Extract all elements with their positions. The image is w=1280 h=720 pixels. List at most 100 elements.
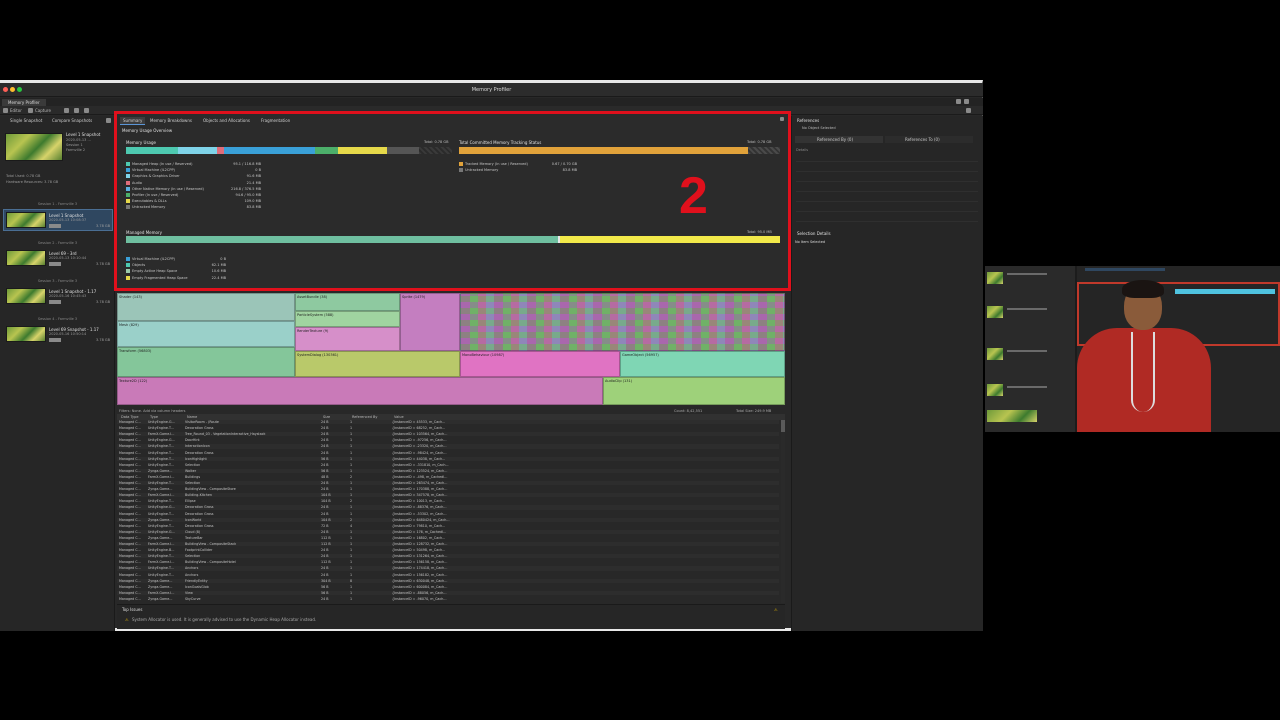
table-scrollbar[interactable]: [781, 420, 785, 603]
tab-single-snapshot[interactable]: Single Snapshot: [6, 117, 46, 124]
tab-memory-breakdowns[interactable]: Memory Breakdowns: [147, 117, 195, 124]
table-row[interactable]: Managed C... UnityEngine.T... Decoration G…: [117, 451, 779, 455]
tab-strip: [1085, 268, 1165, 271]
legend-value: 21.4 MB: [246, 180, 261, 185]
kebab-menu-icon[interactable]: [106, 118, 111, 123]
table-row[interactable]: Managed C... UnityEngine.T... Ellipse 104 B…: [117, 499, 779, 503]
lock-icon[interactable]: [956, 99, 961, 104]
managed-memory-bar[interactable]: [126, 236, 780, 244]
column-header-name[interactable]: Name: [187, 415, 197, 419]
table-row[interactable]: Managed C... FarmX.Game.I... BuildingView …: [117, 542, 779, 547]
treemap-cell[interactable]: Transform (56803): [117, 347, 295, 377]
table-cell: IconWorld: [185, 517, 202, 522]
table-cell: Managed C...: [119, 444, 141, 449]
filter-label[interactable]: Filters: None. Add via column headers: [119, 409, 185, 413]
memory-usage-bar[interactable]: [126, 147, 452, 155]
objects-segment[interactable]: [126, 236, 558, 243]
memory-usage-segment[interactable]: [178, 147, 218, 154]
table-row[interactable]: Managed C... Zynga.Game... IconWorld 104 B 2…: [117, 517, 779, 522]
table-cell: Zynga.Game...: [148, 517, 173, 522]
tracked-memory-segment[interactable]: [459, 147, 748, 154]
table-row[interactable]: Managed C... UnityEngine.T... IconHighligh…: [117, 456, 779, 461]
table-row[interactable]: Managed C... UnityEngine.T... Anchors 24 B 1…: [117, 573, 779, 577]
kebab-menu-icon[interactable]: [964, 99, 969, 104]
table-row[interactable]: Managed C... Zynga.Game... SkyCurve 24 B 1 {I…: [117, 597, 779, 601]
column-header-value[interactable]: Value: [394, 415, 404, 419]
table-row[interactable]: Managed C... UnityEngine.B... FootprintCol…: [117, 548, 779, 552]
table-row[interactable]: Managed C... Zynga.Game... Walker 56 B 1 {Ins…: [117, 468, 779, 473]
treemap-cell[interactable]: GameObject (56957): [620, 351, 785, 377]
table-row[interactable]: Managed C... UnityEngine.T... Decoration G…: [117, 512, 779, 516]
table-row[interactable]: Managed C... FarmX.Game.I... Buildings 48 B…: [117, 475, 779, 479]
table-row[interactable]: Managed C... FarmX.Game.I... View 56 B 1 {Ins…: [117, 590, 779, 595]
memory-usage-segment[interactable]: [217, 147, 224, 154]
table-row[interactable]: Managed C... UnityEngine.G... Cloud (8) 24 …: [117, 529, 779, 534]
table-row[interactable]: Managed C... UnityEngine.G... Decoration G…: [117, 505, 779, 510]
column-header-referenced-by[interactable]: Referenced By: [352, 415, 377, 419]
table-row[interactable]: Managed C... Zynga.Game... BuildingView - …: [117, 487, 779, 491]
tab-referenced-by[interactable]: Referenced By (0): [795, 136, 883, 143]
memory-treemap[interactable]: Shader (143) AssetBundle (38) Mesh (829) Pa…: [117, 293, 785, 405]
memory-usage-segment[interactable]: [223, 147, 316, 154]
editor-dropdown[interactable]: Editor: [10, 108, 22, 113]
forward-arrow-icon[interactable]: [84, 108, 89, 113]
tab-objects-and-allocations[interactable]: Objects and Allocations: [200, 117, 253, 124]
table-cell: Zynga.Game...: [148, 584, 173, 589]
treemap-cell[interactable]: Shader (143): [117, 293, 295, 321]
tab-memory-profiler[interactable]: Memory Profiler: [2, 99, 46, 106]
column-header-type[interactable]: Type: [150, 415, 158, 419]
memory-usage-segment[interactable]: [315, 147, 338, 154]
table-cell: BuildingView - CompositeStore: [185, 487, 236, 492]
table-row[interactable]: Managed C... UnityEngine.T... Selection 24 …: [117, 481, 779, 486]
treemap-cell[interactable]: ParticleSystem (588): [295, 311, 400, 327]
treemap-cell[interactable]: RenderTexture (9): [295, 327, 400, 351]
table-row[interactable]: Managed C... UnityEngine.G... VisitorRoom …: [117, 420, 779, 425]
table-row[interactable]: Managed C... Zynga.Game... IconGoalsGlob 56…: [117, 585, 779, 589]
table-row[interactable]: Managed C... FarmX.Game.I... Building-Kitc…: [117, 493, 779, 498]
table-row[interactable]: Managed C... Zynga.Game... FriendlyEntity 3…: [117, 578, 779, 583]
table-row[interactable]: Managed C... Zynga.Game... TextureBar 112 B…: [117, 536, 779, 540]
tab-fragmentation[interactable]: Fragmentation: [258, 117, 293, 124]
capture-button[interactable]: Capture: [35, 108, 51, 113]
scrollbar-thumb[interactable]: [781, 420, 785, 432]
memory-usage-segment[interactable]: [386, 147, 420, 154]
table-cell: 24 B: [321, 438, 329, 443]
tab-compare-snapshots[interactable]: Compare Snapshots: [48, 117, 96, 124]
table-row[interactable]: Managed C... UnityEngine.T... Decoration G…: [117, 524, 779, 528]
treemap-cell[interactable]: Sprite (1479): [400, 293, 460, 351]
table-row[interactable]: Managed C... UnityEngine.G... DoorHint 24 B…: [117, 438, 779, 442]
treemap-cell[interactable]: AudioClip (131): [603, 377, 785, 405]
table-row[interactable]: Managed C... UnityEngine.T... Selection 24 …: [117, 463, 779, 467]
memory-usage-segment[interactable]: [126, 147, 179, 154]
legend-value: 62.1 MB: [211, 263, 226, 268]
table-row[interactable]: Managed C... UnityEngine.T... Selection 24 …: [117, 554, 779, 559]
treemap-small-cells[interactable]: [460, 293, 785, 351]
back-arrow-icon[interactable]: [74, 108, 79, 113]
treemap-cell[interactable]: SystemDialog (130361): [295, 351, 460, 377]
table-row[interactable]: Managed C... FarmX.Game.I... BuildingView …: [117, 560, 779, 564]
table-cell: Ellipse: [185, 499, 196, 504]
untracked-memory-segment[interactable]: [747, 147, 780, 154]
table-row[interactable]: Managed C... UnityEngine.T... InteractionI…: [117, 444, 779, 449]
tracking-status-bar[interactable]: [459, 147, 780, 155]
treemap-cell[interactable]: AssetBundle (38): [295, 293, 400, 311]
treemap-cell[interactable]: Mesh (829): [117, 321, 295, 347]
table-cell: 1: [350, 542, 353, 546]
top-issues-title[interactable]: Top Issues: [122, 607, 142, 612]
kebab-menu-icon[interactable]: [780, 117, 784, 121]
import-icon[interactable]: [64, 108, 69, 113]
column-header-size[interactable]: Size: [323, 415, 330, 419]
settings-icon[interactable]: [966, 108, 971, 113]
column-header-data-type[interactable]: Data Type: [121, 415, 139, 419]
table-row[interactable]: Managed C... UnityEngine.T... Anchors 24 B 1…: [117, 566, 779, 571]
empty-fragmented-segment[interactable]: [559, 236, 780, 243]
treemap-cell[interactable]: MonoBehaviour (10987): [460, 351, 620, 377]
memory-usage-segment[interactable]: [337, 147, 387, 154]
hardware-resources: Hardware Resources: 3.78 GB: [6, 180, 59, 184]
presenter-webcam: [985, 266, 1280, 432]
tab-summary[interactable]: Summary: [120, 117, 146, 125]
treemap-cell[interactable]: Texture2D (122): [117, 377, 603, 405]
table-row[interactable]: Managed C... FarmX.Game.I... Tree_Round_03…: [117, 432, 779, 437]
tab-references-to[interactable]: References To (0): [885, 136, 973, 143]
table-row[interactable]: Managed C... UnityEngine.T... Decoration G…: [117, 426, 779, 430]
